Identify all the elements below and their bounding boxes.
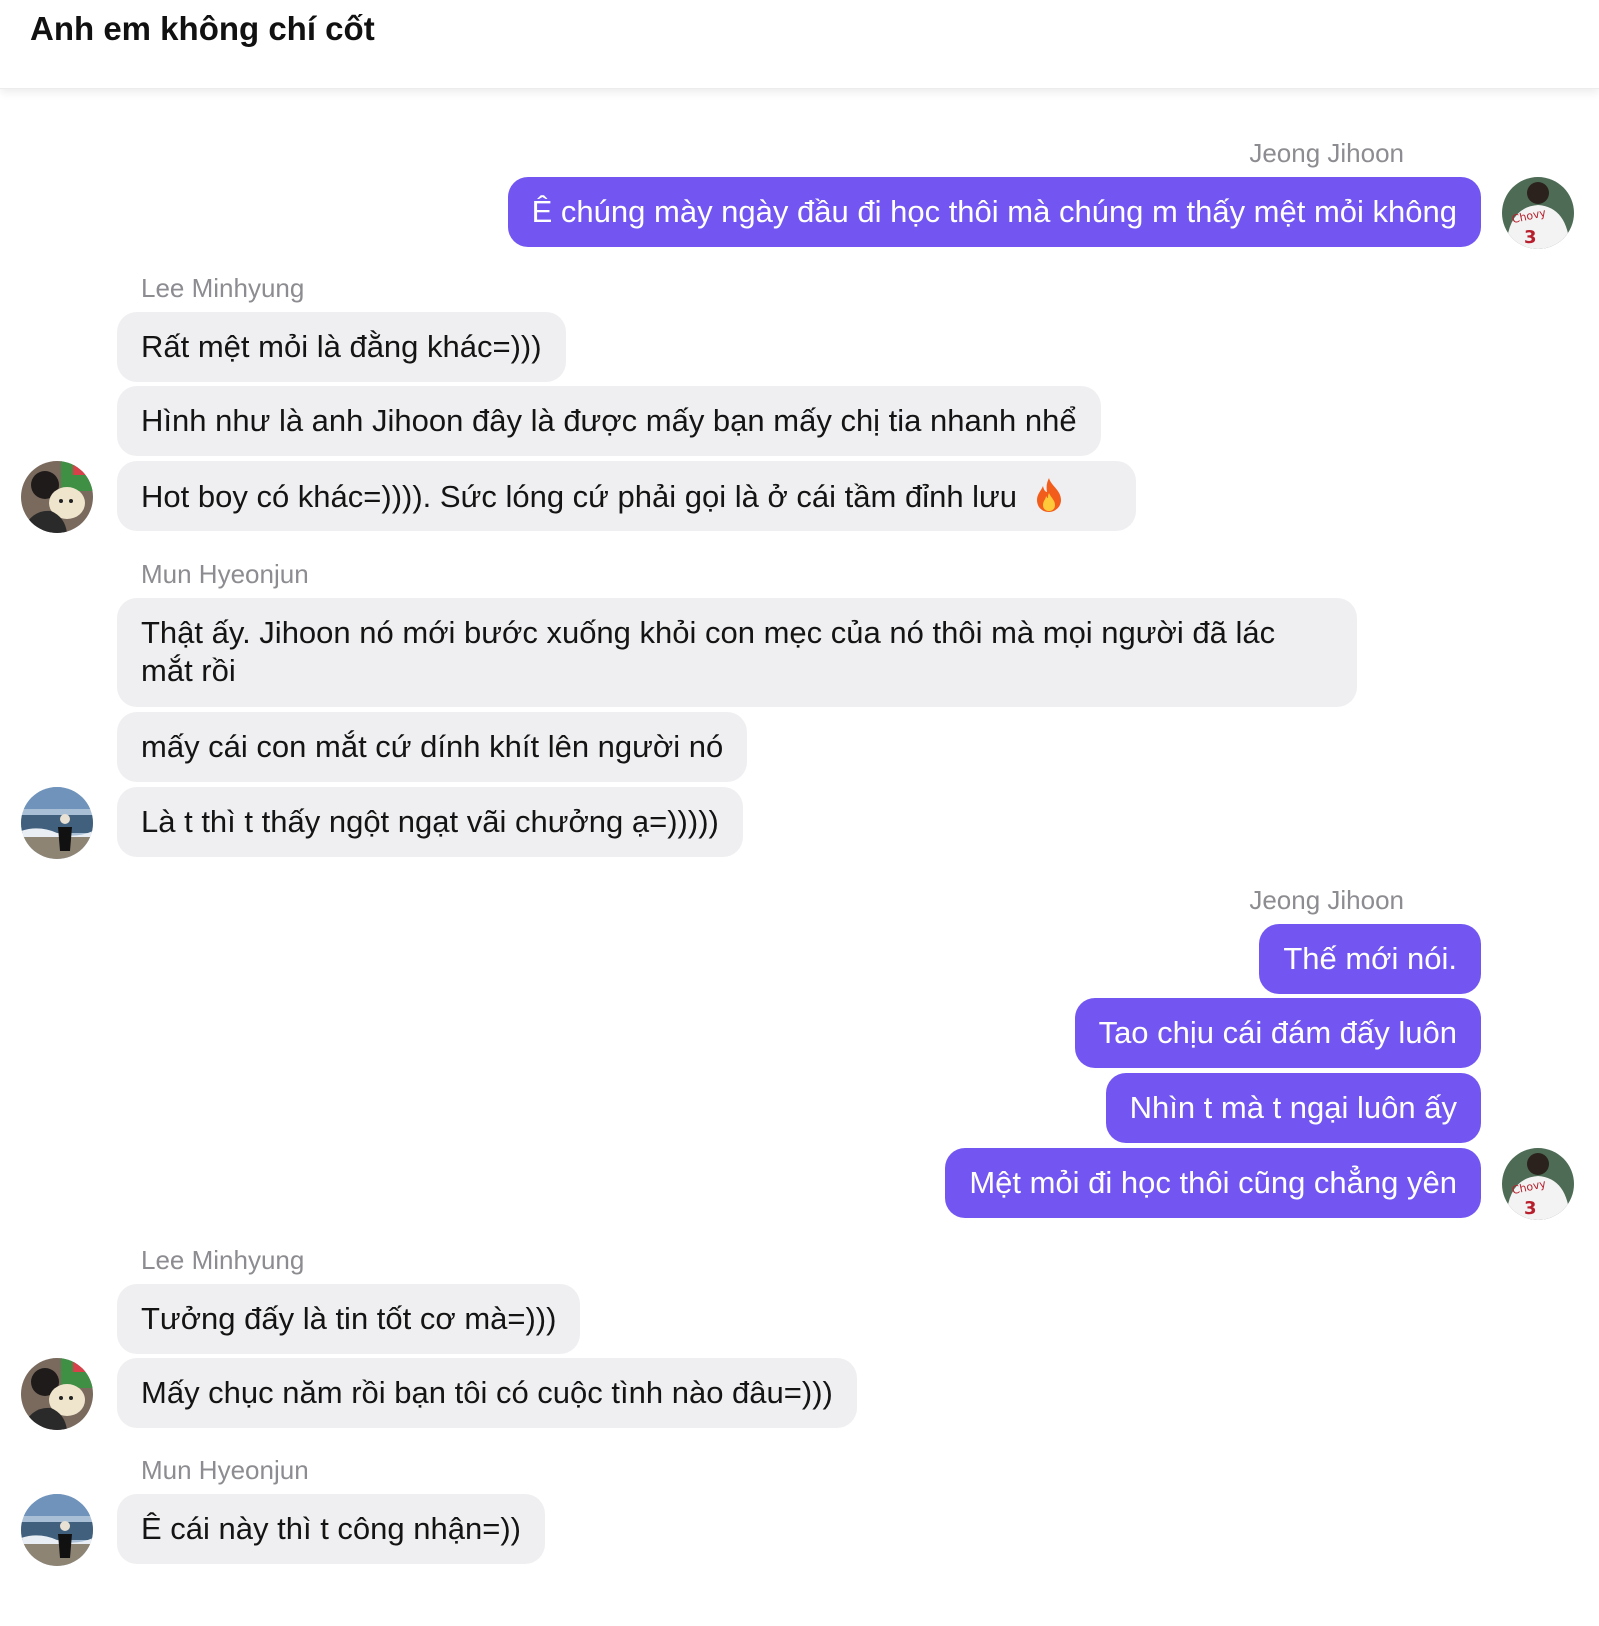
avatar-mun-hyeonjun[interactable] xyxy=(21,1494,93,1566)
fire-icon xyxy=(1034,477,1064,522)
message-bubble-incoming[interactable]: Hình như là anh Jihoon đây là được mấy b… xyxy=(117,386,1101,456)
svg-text:3: 3 xyxy=(1524,1198,1537,1219)
chat-title: Anh em không chí cốt xyxy=(30,10,375,47)
avatar-lee-minhyung[interactable] xyxy=(21,1358,93,1430)
message-bubble-outgoing[interactable]: Mệt mỏi đi học thôi cũng chẳng yên xyxy=(945,1148,1481,1218)
message-bubble-incoming[interactable]: Là t thì t thấy ngột ngạt vãi chưởng ạ=)… xyxy=(117,787,743,857)
sender-name-mun-hyeonjun: Mun Hyeonjun xyxy=(141,1455,309,1485)
message-bubble-outgoing[interactable]: Thế mới nói. xyxy=(1259,924,1481,994)
message-bubble-outgoing[interactable]: Tao chịu cái đám đấy luôn xyxy=(1074,998,1481,1068)
sender-name-jeong-jihoon: Jeong Jihoon xyxy=(1249,885,1404,915)
message-bubble-incoming[interactable]: Hot boy có khác=)))). Sức lóng cứ phải g… xyxy=(117,461,1136,531)
avatar-mun-hyeonjun[interactable] xyxy=(21,787,93,859)
message-text: Hot boy có khác=)))). Sức lóng cứ phải g… xyxy=(141,479,1018,514)
message-bubble-incoming[interactable]: Thật ấy. Jihoon nó mới bước xuống khỏi c… xyxy=(117,598,1357,707)
message-bubble-incoming[interactable]: Ê cái này thì t công nhận=)) xyxy=(117,1494,545,1564)
avatar-jeong-jihoon[interactable]: Chovy 3 xyxy=(1502,177,1574,249)
svg-text:3: 3 xyxy=(1524,227,1537,248)
message-bubble-incoming[interactable]: Mấy chục năm rồi bạn tôi có cuộc tình nà… xyxy=(117,1358,857,1428)
message-bubble-incoming[interactable]: mấy cái con mắt cứ dính khít lên người n… xyxy=(117,712,748,782)
message-bubble-incoming[interactable]: Tưởng đấy là tin tốt cơ mà=))) xyxy=(117,1284,581,1354)
avatar-jeong-jihoon[interactable]: Chovy 3 xyxy=(1502,1148,1574,1220)
sender-name-mun-hyeonjun: Mun Hyeonjun xyxy=(141,559,309,589)
avatar-lee-minhyung[interactable] xyxy=(21,461,93,533)
chat-header: Anh em không chí cốt xyxy=(0,0,1599,89)
sender-name-jeong-jihoon: Jeong Jihoon xyxy=(1249,138,1404,168)
message-bubble-incoming[interactable]: Rất mệt mỏi là đằng khác=))) xyxy=(117,312,566,382)
message-bubble-outgoing[interactable]: Ê chúng mày ngày đầu đi học thôi mà chún… xyxy=(507,177,1481,247)
sender-name-lee-minhyung: Lee Minhyung xyxy=(141,1245,305,1275)
sender-name-lee-minhyung: Lee Minhyung xyxy=(141,273,305,303)
message-bubble-outgoing[interactable]: Nhìn t mà t ngại luôn ấy xyxy=(1105,1073,1481,1143)
